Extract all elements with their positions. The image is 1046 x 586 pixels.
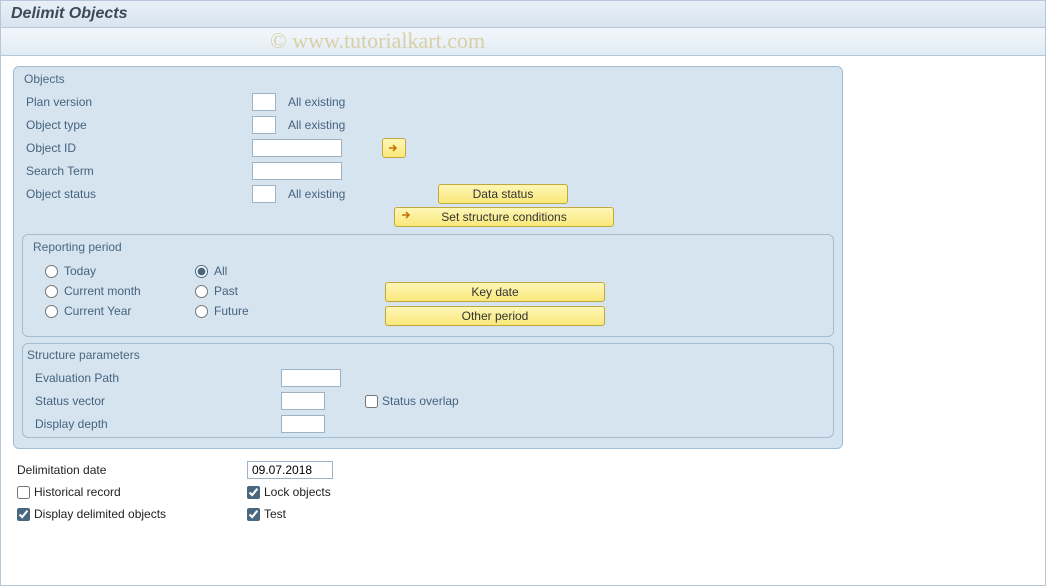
bottom-checks-row-1: Historical record Lock objects xyxy=(17,481,1029,503)
key-date-label: Key date xyxy=(471,285,518,299)
search-term-row: Search Term xyxy=(22,160,834,182)
object-type-row: Object type All existing xyxy=(22,114,834,136)
lock-objects-label: Lock objects xyxy=(264,485,331,499)
objects-group: Objects Plan version All existing Object… xyxy=(13,66,843,449)
search-term-label: Search Term xyxy=(22,164,252,178)
bottom-checks-row-2: Display delimited objects Test xyxy=(17,503,1029,525)
radio-past-label: Past xyxy=(214,284,238,298)
radio-today[interactable]: Today xyxy=(45,264,195,278)
radio-current-month[interactable]: Current month xyxy=(45,284,195,298)
object-id-input[interactable] xyxy=(252,139,342,157)
object-id-row: Object ID xyxy=(22,137,834,159)
evaluation-path-label: Evaluation Path xyxy=(25,371,281,385)
display-delimited-checkbox[interactable]: Display delimited objects xyxy=(17,507,247,521)
plan-version-text: All existing xyxy=(288,95,345,109)
radio-all-label: All xyxy=(214,264,227,278)
object-status-label: Object status xyxy=(22,187,252,201)
radio-today-input[interactable] xyxy=(45,265,58,278)
page-title: Delimit Objects xyxy=(1,1,1045,28)
radio-future[interactable]: Future xyxy=(195,304,345,318)
object-type-label: Object type xyxy=(22,118,252,132)
multiple-selection-button[interactable] xyxy=(382,138,406,158)
object-type-input[interactable] xyxy=(252,116,276,134)
evaluation-path-input[interactable] xyxy=(281,369,341,387)
status-overlap-checkbox[interactable]: Status overlap xyxy=(365,394,459,408)
status-vector-label: Status vector xyxy=(25,394,281,408)
radio-current-month-label: Current month xyxy=(64,284,141,298)
bottom-area: Delimitation date Historical record Lock… xyxy=(13,455,1033,529)
display-delimited-label: Display delimited objects xyxy=(34,507,166,521)
data-status-label: Data status xyxy=(473,187,534,201)
test-checkbox[interactable]: Test xyxy=(247,507,286,521)
status-vector-input[interactable] xyxy=(281,392,325,410)
page-title-text: Delimit Objects xyxy=(11,5,127,22)
arrow-right-icon xyxy=(401,209,413,223)
display-depth-label: Display depth xyxy=(25,417,281,431)
reporting-body: Today Current month Current Year All xyxy=(31,258,825,328)
display-delimited-input[interactable] xyxy=(17,508,30,521)
object-status-input[interactable] xyxy=(252,185,276,203)
delimitation-date-row: Delimitation date xyxy=(17,459,1029,481)
plan-version-row: Plan version All existing xyxy=(22,91,834,113)
historical-record-label: Historical record xyxy=(34,485,121,499)
content-area: Objects Plan version All existing Object… xyxy=(1,56,1045,586)
reporting-period-group: Reporting period Today Current month Cur… xyxy=(22,234,834,337)
radio-future-input[interactable] xyxy=(195,305,208,318)
set-structure-conditions-button[interactable]: Set structure conditions xyxy=(394,207,614,227)
test-input[interactable] xyxy=(247,508,260,521)
radio-future-label: Future xyxy=(214,304,249,318)
delimitation-date-input[interactable] xyxy=(247,461,333,479)
toolbar xyxy=(1,28,1045,56)
object-status-row: Object status All existing Data status xyxy=(22,183,834,205)
search-term-input[interactable] xyxy=(252,162,342,180)
radio-current-year-input[interactable] xyxy=(45,305,58,318)
radio-all[interactable]: All xyxy=(195,264,345,278)
evaluation-path-row: Evaluation Path xyxy=(25,367,831,389)
objects-group-title: Objects xyxy=(22,70,834,90)
radio-col-2: All Past Future xyxy=(195,264,345,318)
key-date-button[interactable]: Key date xyxy=(385,282,605,302)
structure-parameters-title: Structure parameters xyxy=(25,346,831,366)
plan-version-label: Plan version xyxy=(22,95,252,109)
historical-record-checkbox[interactable]: Historical record xyxy=(17,485,247,499)
object-status-text: All existing xyxy=(288,187,438,201)
delimitation-date-label: Delimitation date xyxy=(17,463,247,477)
other-period-label: Other period xyxy=(462,309,529,323)
set-structure-label: Set structure conditions xyxy=(441,210,566,224)
set-structure-row: Set structure conditions xyxy=(22,206,834,228)
historical-record-input[interactable] xyxy=(17,486,30,499)
structure-parameters-group: Structure parameters Evaluation Path Sta… xyxy=(22,343,834,438)
status-vector-row: Status vector Status overlap xyxy=(25,390,831,412)
reporting-buttons: Key date Other period xyxy=(385,282,605,326)
data-status-button[interactable]: Data status xyxy=(438,184,568,204)
radio-all-input[interactable] xyxy=(195,265,208,278)
object-id-label: Object ID xyxy=(22,141,252,155)
reporting-period-title: Reporting period xyxy=(31,238,825,258)
test-label: Test xyxy=(264,507,286,521)
other-period-button[interactable]: Other period xyxy=(385,306,605,326)
radio-past[interactable]: Past xyxy=(195,284,345,298)
radio-current-year[interactable]: Current Year xyxy=(45,304,195,318)
plan-version-input[interactable] xyxy=(252,93,276,111)
radio-today-label: Today xyxy=(64,264,96,278)
lock-objects-checkbox[interactable]: Lock objects xyxy=(247,485,331,499)
radio-col-1: Today Current month Current Year xyxy=(45,264,195,318)
radio-current-year-label: Current Year xyxy=(64,304,131,318)
object-type-text: All existing xyxy=(288,118,345,132)
status-overlap-label: Status overlap xyxy=(382,394,459,408)
display-depth-row: Display depth xyxy=(25,413,831,435)
arrow-right-icon xyxy=(388,143,400,153)
radio-current-month-input[interactable] xyxy=(45,285,58,298)
radio-past-input[interactable] xyxy=(195,285,208,298)
display-depth-input[interactable] xyxy=(281,415,325,433)
status-overlap-input[interactable] xyxy=(365,395,378,408)
lock-objects-input[interactable] xyxy=(247,486,260,499)
